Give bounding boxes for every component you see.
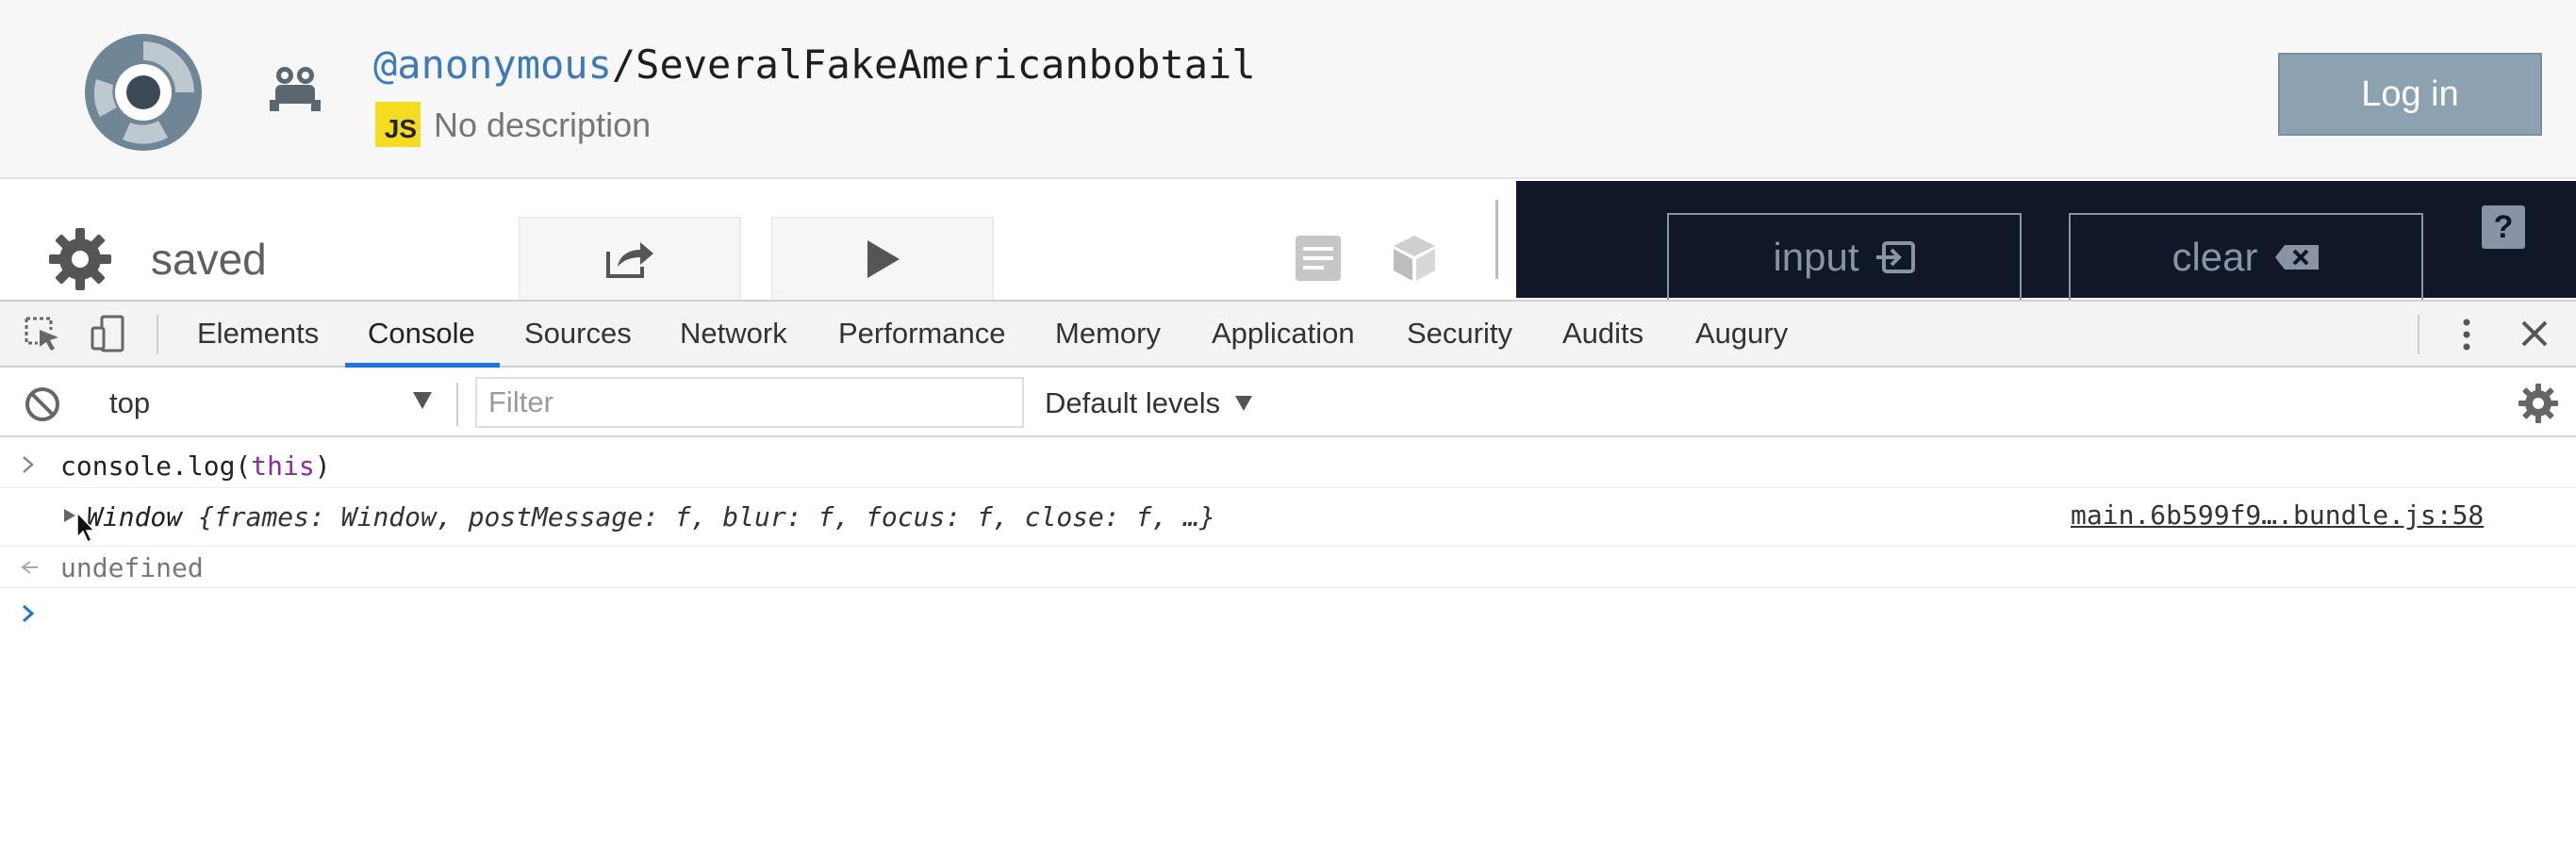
save-status: saved [151,235,267,284]
javascript-language-icon: JS [375,102,421,147]
backspace-icon [2274,245,2319,270]
chevron-down-icon [413,392,432,409]
user-avatar-icon[interactable] [264,58,326,121]
tab-bar-separator [2418,315,2419,354]
tab-console[interactable]: Console [368,300,475,368]
share-icon [606,242,653,278]
return-arrow-icon [21,561,38,574]
settings-gear-icon[interactable] [47,226,113,292]
console-settings-icon[interactable] [2518,383,2559,424]
clear-console-icon[interactable] [23,385,62,424]
mouse-cursor-icon [76,511,96,544]
command-keyword: this [251,450,315,482]
console-input-command: console.log(this) [60,450,331,482]
console-return-row [0,547,2576,588]
pane-divider[interactable] [1495,200,1498,279]
object-preview: {frames: Window, postMessage: f, blur: f… [198,501,1215,532]
files-icon[interactable] [1294,234,1343,283]
repl-title: @anonymous/SeveralFakeAmericanbobtail [373,41,1256,88]
username-link[interactable]: @anonymous [373,41,612,88]
tab-performance[interactable]: Performance [838,300,1005,368]
console-input-row [0,439,2576,488]
return-value: undefined [60,552,204,583]
tab-network[interactable]: Network [680,300,787,368]
more-options-icon[interactable] [2455,315,2478,354]
filter-input[interactable]: Filter [475,377,1024,428]
close-devtools-icon[interactable] [2518,317,2551,351]
tab-memory[interactable]: Memory [1055,300,1161,368]
login-button[interactable]: Log in [2278,53,2542,136]
execution-context-select[interactable]: top [94,381,443,426]
tab-audits[interactable]: Audits [1562,300,1643,368]
tab-application[interactable]: Application [1212,300,1355,368]
help-button[interactable]: ? [2482,205,2525,249]
active-tab-indicator [345,363,500,368]
run-button[interactable] [771,217,994,300]
input-button[interactable]: input [1667,213,2022,300]
tab-bar-separator [157,315,158,354]
replit-logo-icon[interactable] [77,26,209,158]
command-prefix: console.log( [60,450,252,482]
share-button[interactable] [519,217,741,300]
object-name: Window [87,501,183,532]
logged-object[interactable]: Window {frames: Window, postMessage: f, … [87,501,1215,532]
repl-name: SeveralFakeAmericanbobtail [636,41,1256,88]
tab-elements[interactable]: Elements [197,300,319,368]
clear-button[interactable]: clear [2069,213,2423,300]
active-prompt-icon[interactable] [21,603,36,624]
clear-label: clear [2171,235,2258,279]
tab-security[interactable]: Security [1407,300,1512,368]
tab-augury[interactable]: Augury [1695,300,1788,368]
log-levels-label: Default levels [1045,386,1221,419]
log-levels-dropdown[interactable]: Default levels [1045,381,1254,426]
command-suffix: ) [314,450,331,482]
title-separator: / [611,41,636,88]
app-header [0,0,2576,179]
input-label: input [1773,235,1859,279]
chevron-down-icon [1235,396,1253,411]
input-prompt-icon [23,456,34,473]
play-icon [867,240,900,278]
inspect-element-icon[interactable] [23,315,60,352]
filter-separator [456,383,458,426]
repl-description: No description [434,106,652,144]
input-arrow-icon [1875,241,1915,273]
source-link[interactable]: main.6b599f9….bundle.js:58 [2071,499,2484,531]
device-toolbar-icon[interactable] [89,315,126,352]
packages-icon[interactable] [1390,234,1439,283]
tab-sources[interactable]: Sources [524,300,632,368]
